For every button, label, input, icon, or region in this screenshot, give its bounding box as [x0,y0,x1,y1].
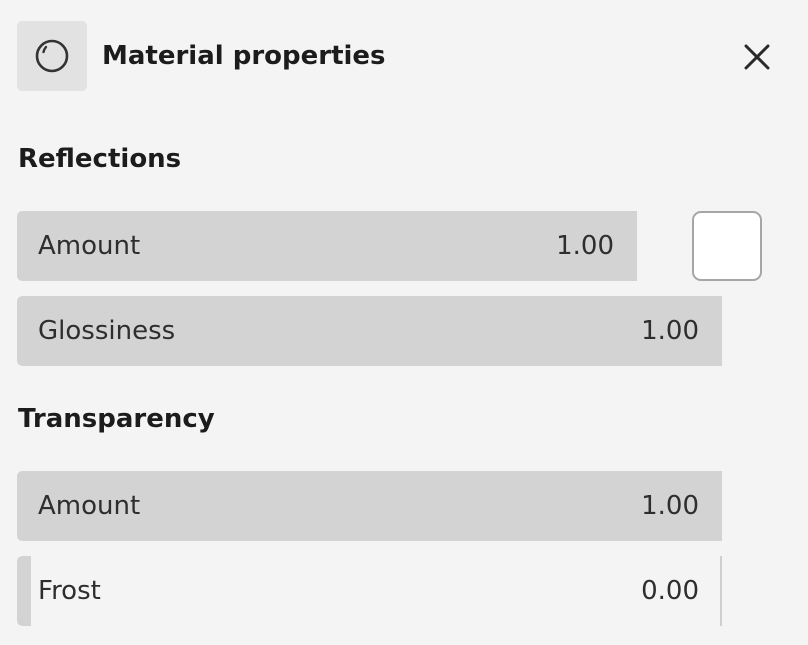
reflections-amount-slider[interactable]: Amount 1.00 [17,211,637,281]
slider-value: 0.00 [641,576,699,606]
panel-title: Material properties [102,41,386,71]
glossiness-slider[interactable]: Glossiness 1.00 [17,296,722,366]
reflections-color-swatch[interactable] [692,211,762,281]
transparency-amount-slider[interactable]: Amount 1.00 [17,471,722,541]
slider-label: Amount [38,231,141,261]
frost-slider[interactable]: Frost 0.00 [17,556,722,626]
slider-value: 1.00 [641,316,699,346]
slider-value: 1.00 [641,491,699,521]
transparency-heading: Transparency [18,404,215,434]
slider-label: Amount [38,491,141,521]
slider-fill [17,556,31,626]
slider-value: 1.00 [556,231,614,261]
slider-label: Glossiness [38,316,176,346]
reflections-heading: Reflections [18,144,182,174]
slider-label: Frost [38,576,101,606]
material-sphere-icon [35,39,69,73]
close-button[interactable] [734,34,780,80]
close-icon [744,44,770,70]
slider-end-marker [720,556,722,626]
material-icon-tile [17,21,87,91]
